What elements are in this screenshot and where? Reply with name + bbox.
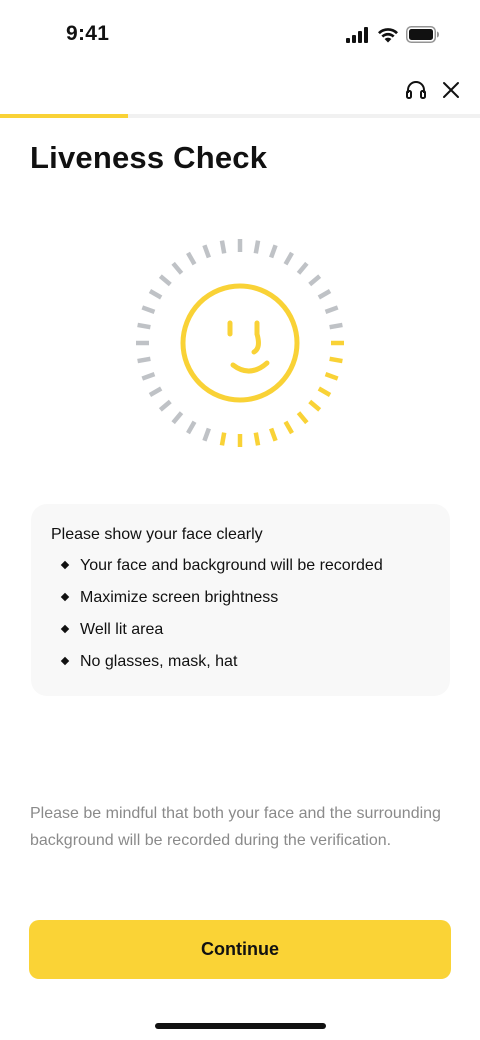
instructions-list: Your face and background will be recorde… [51,555,430,683]
list-item: No glasses, mask, hat [51,651,430,683]
progress-tick [141,305,156,314]
cellular-signal-icon [346,26,368,43]
close-icon[interactable] [439,78,463,102]
list-item-text: Maximize screen brightness [80,589,279,606]
bullet-icon [60,624,70,634]
list-item-text: Well lit area [80,621,164,638]
progress-tick [171,411,184,425]
progress-tick-ring [136,239,344,447]
instructions-card: Please show your face clearly Your face … [31,504,450,696]
progress-tick-active [296,411,309,425]
progress-tick-active [329,356,343,364]
list-item: Your face and background will be recorde… [51,555,430,587]
progress-tick [317,289,332,300]
home-indicator [155,1023,326,1029]
instructions-title: Please show your face clearly [51,526,263,543]
progress-tick [148,289,163,300]
progress-bar [0,114,480,118]
progress-tick [137,356,151,364]
status-icons [346,26,440,43]
page-title: Liveness Check [30,140,268,175]
disclaimer-text: Please be mindful that both your face an… [30,805,441,849]
progress-tick [186,251,197,266]
smiley-face-icon [180,283,300,403]
progress-tick [283,251,294,266]
headset-icon[interactable] [404,78,428,102]
progress-tick [137,322,151,330]
face-scan-graphic [136,239,344,447]
bullet-icon [60,560,70,570]
list-item-text: Your face and background will be recorde… [80,557,383,574]
continue-button[interactable]: Continue [29,920,451,979]
wifi-icon [378,27,398,42]
list-item-text: No glasses, mask, hat [80,653,238,670]
progress-tick-active [219,432,227,446]
progress-tick [141,372,156,381]
progress-tick [202,427,211,442]
progress-tick [219,240,227,254]
progress-tick-active [283,420,294,435]
progress-tick [148,386,163,397]
progress-tick-active [253,432,261,446]
progress-tick [308,274,322,287]
progress-tick [171,261,184,275]
progress-tick-active [308,399,322,412]
progress-tick [329,322,343,330]
progress-tick-active [324,372,339,381]
progress-tick [324,305,339,314]
progress-tick [158,274,172,287]
progress-tick [202,244,211,259]
progress-tick [296,261,309,275]
status-time: 9:41 [66,22,110,45]
bullet-icon [60,656,70,666]
battery-icon [406,26,439,43]
list-item: Maximize screen brightness [51,587,430,619]
progress-fill [0,114,129,118]
progress-tick [253,240,261,254]
progress-tick-active [317,386,332,397]
top-navigation [0,70,480,116]
progress-tick [186,420,197,435]
bullet-icon [60,592,70,602]
status-bar: 9:41 [0,0,480,70]
progress-tick-active [269,427,278,442]
progress-tick [158,399,172,412]
progress-tick [269,244,278,259]
list-item: Well lit area [51,619,430,651]
